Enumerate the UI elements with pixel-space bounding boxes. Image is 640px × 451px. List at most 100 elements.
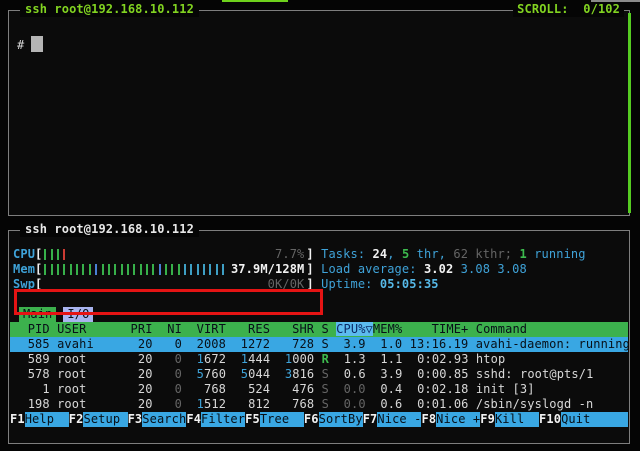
meter-bar-tick bbox=[140, 264, 142, 275]
meter-bar-tick bbox=[216, 264, 218, 275]
f7-key[interactable]: F7 bbox=[363, 412, 378, 427]
row-segment: 0 bbox=[160, 352, 189, 366]
row-segment: 20 bbox=[131, 367, 160, 381]
process-row-589[interactable]: 589 root 20 0 1672 1444 1000 R 1.3 1.1 0… bbox=[10, 352, 628, 367]
cpu-stats-text: Tasks: bbox=[321, 247, 372, 261]
process-table-header[interactable]: PID USER PRI NI VIRT RES SHR S CPU%▽MEM%… bbox=[10, 322, 628, 337]
process-row-585[interactable]: 585 avahi 20 0 2008 1272 728 S 3.9 1.0 1… bbox=[10, 337, 628, 352]
row-segment: 0:02.18 bbox=[410, 382, 476, 396]
f1-help-button[interactable]: Help bbox=[25, 412, 69, 427]
meter-bar-tick bbox=[44, 249, 46, 260]
row-segment: S bbox=[322, 382, 329, 396]
f6-sortby-button[interactable]: SortBy bbox=[319, 412, 363, 427]
meter-bar-tick bbox=[95, 264, 97, 275]
terminal-screen: ssh root@192.168.10.112 SCROLL: 0/102 # … bbox=[0, 0, 640, 451]
f3-search-button[interactable]: Search bbox=[142, 412, 186, 427]
meter-bar-tick bbox=[178, 264, 180, 275]
f10-quit-button[interactable]: Quit bbox=[561, 412, 628, 427]
meter-bar-tick bbox=[209, 264, 211, 275]
meter-bar-tick bbox=[152, 264, 154, 275]
f7-nice--button[interactable]: Nice - bbox=[377, 412, 421, 427]
row-segment: 1 bbox=[197, 397, 204, 411]
row-segment: 20 bbox=[131, 352, 160, 366]
cpu-meter-bar: 7.7% bbox=[42, 247, 306, 262]
cpu-stats-text: 24 bbox=[373, 247, 388, 261]
row-segment: 585 avahi 20 0 2008 1272 728 S 3.9 1.0 1… bbox=[13, 337, 628, 351]
top-terminal-pane: ssh root@192.168.10.112 SCROLL: 0/102 # bbox=[8, 10, 630, 216]
column-header: PID USER PRI NI VIRT RES SHR S bbox=[13, 322, 336, 336]
meter-bar-tick bbox=[222, 264, 224, 275]
mem-stats-text: 3.02 bbox=[424, 262, 461, 276]
row-segment: 0 bbox=[160, 367, 189, 381]
meter-bar-tick bbox=[165, 264, 167, 275]
f8-key[interactable]: F8 bbox=[421, 412, 436, 427]
f1-key[interactable]: F1 bbox=[10, 412, 25, 427]
top-pane-title: ssh root@192.168.10.112 bbox=[20, 2, 199, 17]
f9-kill-button[interactable]: Kill bbox=[495, 412, 539, 427]
f2-key[interactable]: F2 bbox=[69, 412, 84, 427]
row-segment: 1.3 bbox=[336, 352, 373, 366]
f6-key[interactable]: F6 bbox=[304, 412, 319, 427]
process-row-1[interactable]: 1 root 20 0 768 524 476 S 0.0 0.4 0:02.1… bbox=[10, 382, 628, 397]
cpu-meter-line: CPU[7.7%] Tasks: 24, 5 thr, 62 kthr; 1 r… bbox=[10, 247, 628, 262]
swp-stats-text: Uptime: bbox=[321, 277, 380, 291]
mem-meter-value: 37.9M/128M bbox=[231, 262, 304, 277]
meter-bar-tick bbox=[114, 264, 116, 275]
cpu-stats-text: , bbox=[387, 247, 402, 261]
row-segment: sshd: root@pts/1 bbox=[476, 367, 594, 381]
function-key-bar: F1Help F2Setup F3SearchF4FilterF5Tree F6… bbox=[10, 412, 628, 427]
row-segment: 512 bbox=[204, 397, 233, 411]
f8-nice--button[interactable]: Nice + bbox=[436, 412, 480, 427]
process-row-578[interactable]: 578 root 20 0 5760 5044 3816 S 0.6 3.9 0… bbox=[10, 367, 628, 382]
process-table: 585 avahi 20 0 2008 1272 728 S 3.9 1.0 1… bbox=[9, 337, 629, 412]
row-segment: 768 bbox=[277, 397, 321, 411]
process-row-198[interactable]: 198 root 20 0 1512 812 768 S 0.0 0.6 0:0… bbox=[10, 397, 628, 412]
f10-key[interactable]: F10 bbox=[539, 412, 561, 427]
meter-bar-tick bbox=[197, 264, 199, 275]
f9-key[interactable]: F9 bbox=[480, 412, 495, 427]
meter-bar-tick bbox=[44, 264, 46, 275]
mem-highlight-annotation bbox=[14, 289, 323, 315]
mem-meter-bar: 37.9M/128M bbox=[42, 262, 306, 277]
shell-prompt-line[interactable]: # bbox=[9, 11, 629, 53]
meter-bar-tick bbox=[203, 264, 205, 275]
f3-key[interactable]: F3 bbox=[128, 412, 143, 427]
meter-bar-tick bbox=[190, 264, 192, 275]
meter-bar-tick bbox=[57, 249, 59, 260]
shell-prompt: # bbox=[17, 38, 24, 52]
meter-bar-tick bbox=[159, 264, 161, 275]
row-segment bbox=[233, 367, 240, 381]
scroll-status: SCROLL: 0/102 bbox=[513, 2, 624, 17]
scrollbar[interactable] bbox=[628, 13, 631, 213]
row-segment: R bbox=[322, 352, 329, 366]
meter-bar-tick bbox=[146, 264, 148, 275]
bottom-pane-title: ssh root@192.168.10.112 bbox=[20, 222, 199, 237]
meter-bar-tick bbox=[102, 264, 104, 275]
row-segment: 20 bbox=[131, 397, 160, 411]
mem-meter-label: Mem bbox=[13, 262, 35, 276]
row-segment: /sbin/syslogd -n bbox=[476, 397, 594, 411]
f2-setup-button[interactable]: Setup bbox=[83, 412, 127, 427]
row-segment: 3.9 bbox=[373, 367, 410, 381]
f4-key[interactable]: F4 bbox=[186, 412, 201, 427]
text-cursor bbox=[31, 36, 43, 52]
meter-bar-tick bbox=[63, 264, 65, 275]
row-segment: 198 root bbox=[13, 397, 131, 411]
row-segment: 524 bbox=[233, 382, 277, 396]
row-segment: 044 bbox=[248, 367, 277, 381]
row-segment: 578 root bbox=[13, 367, 131, 381]
f5-tree-button[interactable]: Tree bbox=[260, 412, 304, 427]
meter-bar-tick bbox=[57, 264, 59, 275]
f4-filter-button[interactable]: Filter bbox=[201, 412, 245, 427]
row-segment bbox=[189, 352, 196, 366]
f5-key[interactable]: F5 bbox=[245, 412, 260, 427]
row-segment: 672 bbox=[204, 352, 233, 366]
row-segment: htop bbox=[476, 352, 505, 366]
mem-stats-text: 3.08 bbox=[461, 262, 498, 276]
video-progress-artifact bbox=[222, 0, 288, 2]
row-segment: 0.6 bbox=[336, 367, 373, 381]
row-segment: 768 bbox=[189, 382, 233, 396]
row-segment: 0:01.06 bbox=[410, 397, 476, 411]
meter-open-bracket: [ bbox=[35, 247, 42, 261]
meter-bar-tick bbox=[133, 264, 135, 275]
